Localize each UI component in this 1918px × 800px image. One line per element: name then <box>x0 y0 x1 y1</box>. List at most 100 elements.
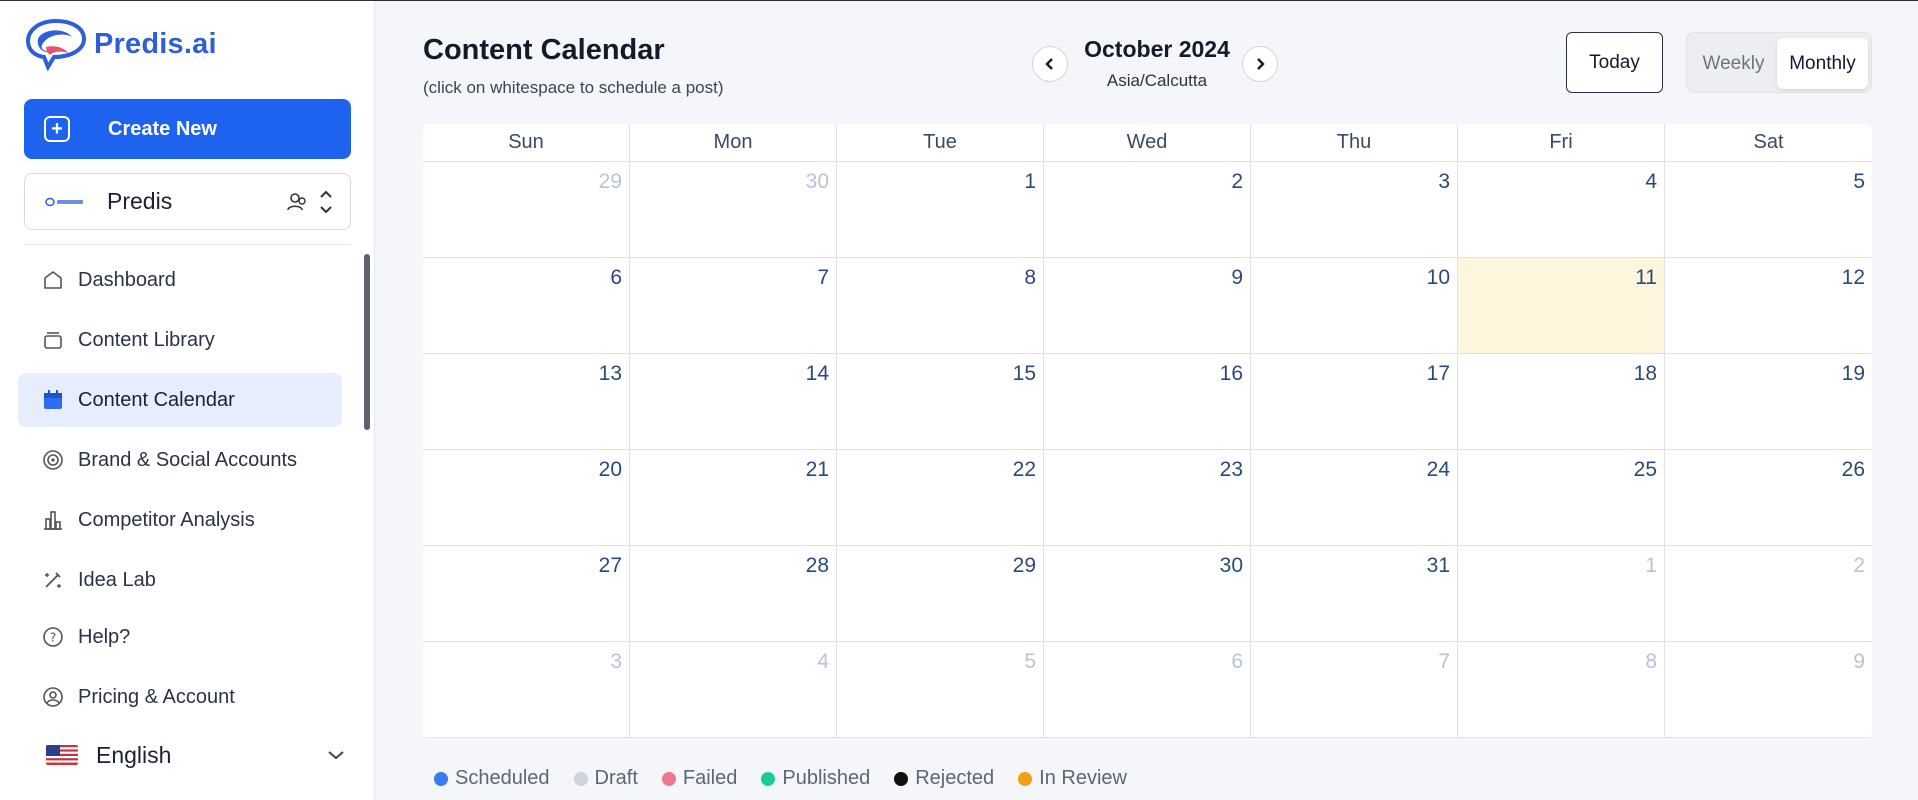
monthly-view-button[interactable]: Monthly <box>1777 38 1868 89</box>
day-cell[interactable]: 1 <box>1458 546 1665 642</box>
day-cell[interactable]: 9 <box>1665 642 1872 738</box>
sidebar-item-content-calendar[interactable]: Content Calendar <box>18 373 342 427</box>
day-cell[interactable]: 29 <box>837 546 1044 642</box>
sidebar-nav: Dashboard Content Library Content Calend… <box>18 253 342 733</box>
today-button[interactable]: Today <box>1566 32 1663 93</box>
sidebar-item-label: Help? <box>78 625 131 648</box>
legend-label: Draft <box>594 767 638 789</box>
legend-label: Published <box>782 767 871 789</box>
day-cell[interactable]: 12 <box>1665 258 1872 354</box>
status-dot <box>573 771 588 786</box>
sidebar-item-dashboard[interactable]: Dashboard <box>18 253 342 307</box>
day-cell[interactable]: 22 <box>837 450 1044 546</box>
day-cell[interactable]: 23 <box>1044 450 1251 546</box>
day-cell[interactable]: 28 <box>630 546 837 642</box>
brand-selector[interactable]: Predis <box>24 173 351 230</box>
day-cell[interactable]: 26 <box>1665 450 1872 546</box>
day-cell[interactable]: 16 <box>1044 354 1251 450</box>
day-cell[interactable]: 3 <box>423 642 630 738</box>
sidebar-item-label: Competitor Analysis <box>78 508 255 531</box>
legend-item-rejected: Rejected <box>894 767 994 790</box>
day-cell[interactable]: 2 <box>1665 546 1872 642</box>
legend-item-draft: Draft <box>573 767 638 790</box>
status-dot <box>894 771 909 786</box>
status-dot <box>1018 771 1033 786</box>
sidebar-item-content-library[interactable]: Content Library <box>18 313 342 367</box>
weekly-view-button[interactable]: Weekly <box>1691 38 1776 89</box>
create-new-label: Create New <box>108 117 217 140</box>
day-cell[interactable]: 10 <box>1251 258 1458 354</box>
sidebar-item-label: Dashboard <box>78 268 176 291</box>
accounts-icon <box>42 449 64 471</box>
sidebar-item-competitor-analysis[interactable]: Competitor Analysis <box>18 493 342 547</box>
day-cell[interactable]: 30 <box>630 162 837 258</box>
svg-text:?: ? <box>50 631 56 645</box>
day-cell[interactable]: 7 <box>1251 642 1458 738</box>
status-legend: Scheduled Draft Failed Published Rejecte… <box>434 767 1151 790</box>
day-cell[interactable]: 14 <box>630 354 837 450</box>
today-cell[interactable]: 11 <box>1458 258 1665 354</box>
day-cell[interactable]: 15 <box>837 354 1044 450</box>
day-cell[interactable]: 19 <box>1665 354 1872 450</box>
legend-label: Failed <box>682 767 738 789</box>
day-cell[interactable]: 24 <box>1251 450 1458 546</box>
day-cell[interactable]: 25 <box>1458 450 1665 546</box>
day-cell[interactable]: 13 <box>423 354 630 450</box>
plus-icon: + <box>44 116 70 142</box>
sidebar-item-idea-lab[interactable]: Idea Lab <box>18 553 342 607</box>
day-cell[interactable]: 30 <box>1044 546 1251 642</box>
main-content: Content Calendar (click on whitespace to… <box>376 1 1918 800</box>
sidebar-item-label: Brand & Social Accounts <box>78 448 298 471</box>
day-cell[interactable]: 27 <box>423 546 630 642</box>
month-navigator: October 2024 Asia/Calcutta <box>1032 33 1282 93</box>
next-month-button[interactable] <box>1242 46 1278 82</box>
weekday-label: Sat <box>1753 131 1784 153</box>
day-cell[interactable]: 9 <box>1044 258 1251 354</box>
language-label: English <box>96 741 172 768</box>
chevron-updown-icon[interactable] <box>318 187 334 217</box>
sidebar-item-label: Pricing & Account <box>78 685 235 708</box>
sidebar-scrollbar[interactable] <box>364 254 370 430</box>
help-icon: ? <box>42 626 64 648</box>
chevron-down-icon[interactable] <box>326 749 346 761</box>
day-cell[interactable]: 5 <box>1665 162 1872 258</box>
logo-text: Predis.ai <box>94 27 217 60</box>
day-cell[interactable]: 17 <box>1251 354 1458 450</box>
sidebar-item-pricing-account[interactable]: Pricing & Account <box>18 673 342 721</box>
calendar-icon <box>42 389 64 411</box>
status-dot <box>761 771 776 786</box>
app-logo[interactable]: Predis.ai <box>24 17 217 71</box>
day-cell[interactable]: 3 <box>1251 162 1458 258</box>
day-cell[interactable]: 4 <box>630 642 837 738</box>
sidebar-item-brand-social-accounts[interactable]: Brand & Social Accounts <box>18 433 342 487</box>
create-new-button[interactable]: + Create New <box>24 99 351 159</box>
status-dot <box>661 771 676 786</box>
day-cell[interactable]: 29 <box>423 162 630 258</box>
day-cell[interactable]: 6 <box>423 258 630 354</box>
day-cell[interactable]: 1 <box>837 162 1044 258</box>
sidebar-item-help[interactable]: ? Help? <box>18 613 342 661</box>
language-selector[interactable]: English <box>46 737 346 773</box>
us-flag-icon <box>46 745 78 765</box>
day-cell[interactable]: 8 <box>837 258 1044 354</box>
legend-item-published: Published <box>761 767 870 790</box>
day-cell[interactable]: 20 <box>423 450 630 546</box>
sidebar: Predis.ai + Create New Predis Dashboard … <box>0 1 375 800</box>
legend-item-scheduled: Scheduled <box>434 767 550 790</box>
sidebar-divider <box>24 244 351 245</box>
predis-logo-icon <box>25 18 87 71</box>
weekday-label: Sun <box>423 124 630 161</box>
day-cell[interactable]: 8 <box>1458 642 1665 738</box>
day-cell[interactable]: 7 <box>630 258 837 354</box>
day-cell[interactable]: 21 <box>630 450 837 546</box>
day-cell[interactable]: 2 <box>1044 162 1251 258</box>
day-cell[interactable]: 31 <box>1251 546 1458 642</box>
weekday-label: Thu <box>1251 124 1458 161</box>
day-cell[interactable]: 6 <box>1044 642 1251 738</box>
month-calendar: Sun Mon Tue Wed Thu Fri Sat 29 30 1 2 3 … <box>423 124 1872 738</box>
day-cell[interactable]: 18 <box>1458 354 1665 450</box>
status-dot <box>434 771 448 786</box>
day-cell[interactable]: 5 <box>837 642 1044 738</box>
users-icon[interactable] <box>286 191 308 213</box>
day-cell[interactable]: 4 <box>1458 162 1665 258</box>
